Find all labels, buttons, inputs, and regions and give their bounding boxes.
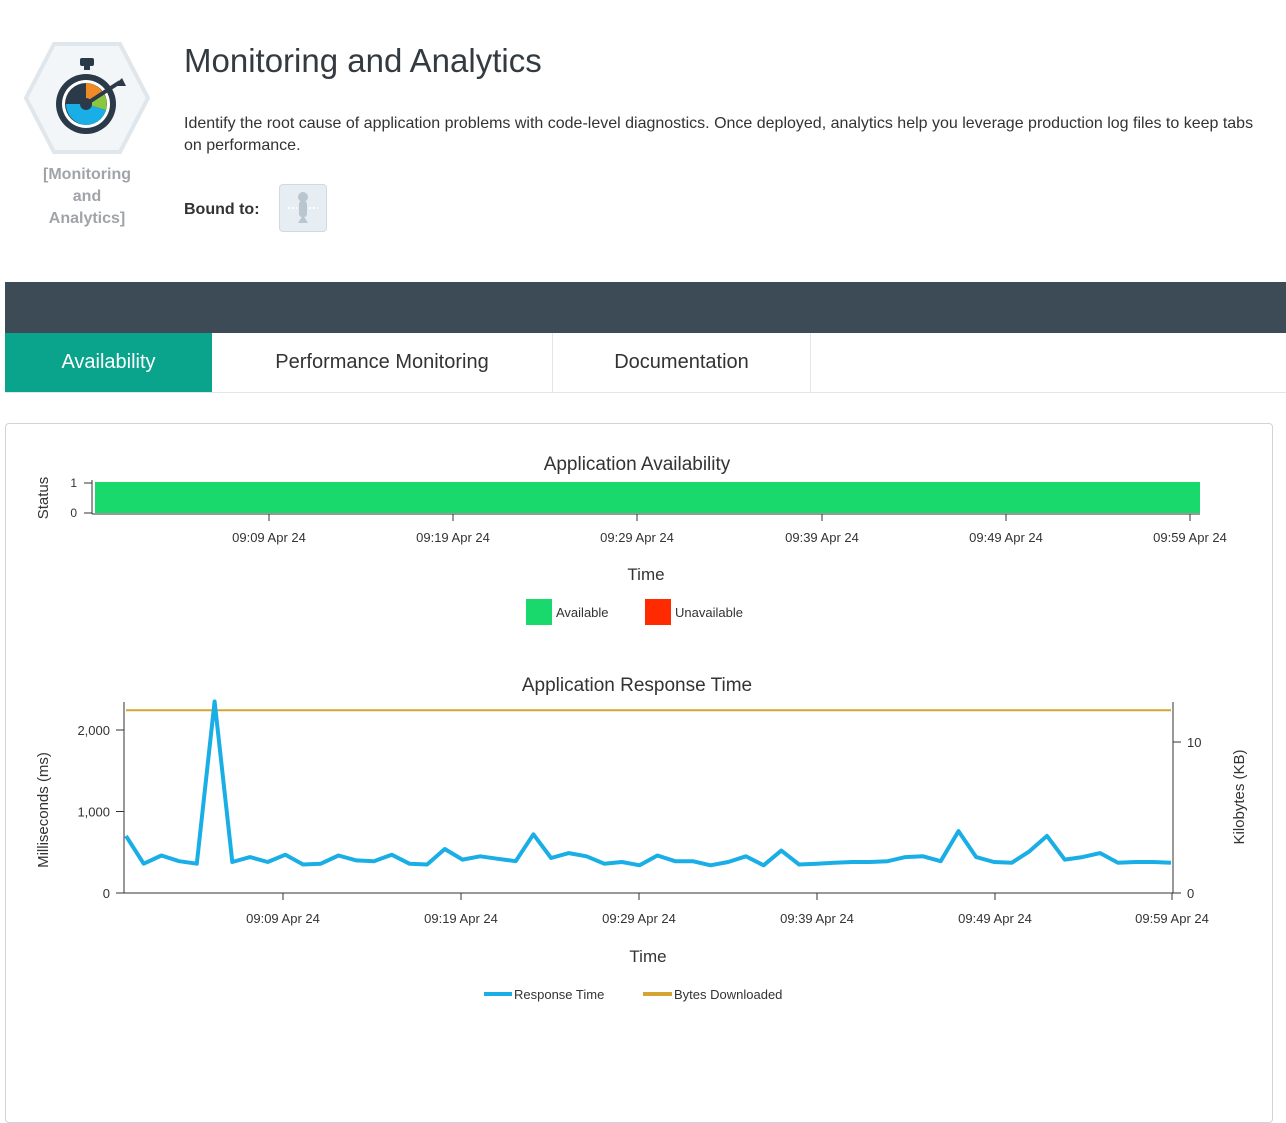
tab-documentation[interactable]: Documentation	[553, 333, 811, 392]
x-axis-label: Time	[627, 565, 664, 584]
x-axis-label: Time	[629, 947, 666, 966]
x-tick-label: 09:39 Apr 24	[785, 530, 859, 545]
tab-availability[interactable]: Availability	[5, 333, 212, 392]
response-time-chart: Application Response Time Milliseconds (…	[35, 675, 1248, 1002]
y-axis-label: Status	[35, 477, 52, 520]
x-tick-label: 09:49 Apr 24	[958, 911, 1032, 926]
app-service-icon[interactable]	[279, 184, 327, 232]
chart-title: Application Availability	[544, 454, 731, 475]
y2-tick-label: 10	[1187, 735, 1201, 750]
y-tick-label: 0	[70, 506, 77, 520]
availability-chart: Application Availability Status 1 0 09:0…	[35, 454, 1227, 625]
logo-caption: [Monitoring and Analytics]	[22, 164, 152, 230]
service-header: [Monitoring and Analytics] Monitoring an…	[0, 0, 1286, 282]
response-time-line	[124, 699, 1172, 868]
tab-performance-monitoring[interactable]: Performance Monitoring	[212, 333, 553, 392]
service-description: Identify the root cause of application p…	[184, 115, 1254, 154]
logo-caption-line: and	[72, 188, 102, 205]
x-tick-label: 09:59 Apr 24	[1153, 530, 1227, 545]
y-tick-label: 2,000	[77, 723, 110, 738]
x-tick-label: 09:09 Apr 24	[246, 911, 320, 926]
chart-title: Application Response Time	[522, 675, 752, 696]
y-axis-label: Milliseconds (ms)	[35, 752, 52, 868]
y2-axis-label: Kilobytes (KB)	[1231, 749, 1248, 844]
legend-swatch-unavailable	[645, 599, 671, 625]
legend-label: Response Time	[514, 987, 604, 1002]
x-tick-label: 09:19 Apr 24	[416, 530, 490, 545]
legend-label: Unavailable	[675, 605, 743, 620]
legend-label: Bytes Downloaded	[674, 987, 782, 1002]
x-tick-label: 09:19 Apr 24	[424, 911, 498, 926]
y2-tick-label: 0	[1187, 886, 1194, 901]
logo-caption-line: [Monitoring	[43, 166, 131, 183]
logo-caption-line: Analytics]	[48, 210, 126, 227]
y-tick-label: 1	[70, 476, 77, 490]
bound-to-label: Bound to:	[184, 201, 260, 218]
x-tick-label: 09:29 Apr 24	[602, 911, 676, 926]
x-tick-label: 09:49 Apr 24	[969, 530, 1043, 545]
availability-bar	[95, 482, 1200, 513]
x-tick-label: 09:29 Apr 24	[600, 530, 674, 545]
monitoring-logo-icon	[22, 38, 152, 158]
x-tick-label: 09:59 Apr 24	[1135, 911, 1209, 926]
x-tick-label: 09:09 Apr 24	[232, 530, 306, 545]
y-tick-label: 1,000	[77, 805, 110, 820]
tab-bar: Availability Performance Monitoring Docu…	[5, 333, 1286, 393]
legend-label: Available	[556, 605, 609, 620]
y-tick-label: 0	[103, 886, 110, 901]
header-dark-bar	[5, 282, 1286, 333]
page-title: Monitoring and Analytics	[184, 42, 542, 79]
legend-swatch-available	[526, 599, 552, 625]
x-tick-label: 09:39 Apr 24	[780, 911, 854, 926]
